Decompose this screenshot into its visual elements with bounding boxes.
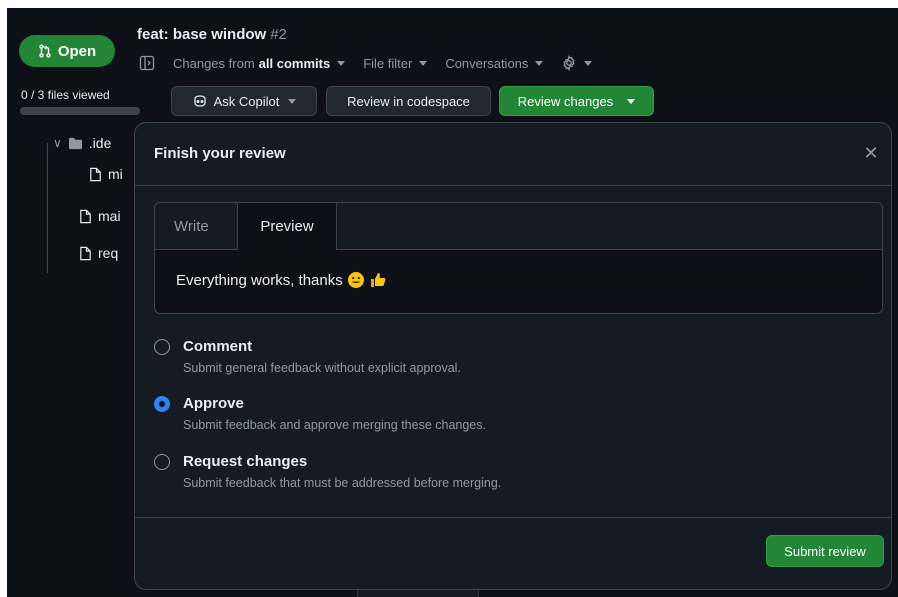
copilot-icon [193,95,206,107]
tree-folder[interactable]: ∨ .ide [53,135,111,151]
file-icon [90,167,101,181]
option-comment-label: Comment [183,338,253,355]
chevron-down-icon [535,60,544,66]
file-icon [80,246,91,260]
pr-number: #2 [270,26,287,43]
pr-title-text: feat: base window [137,26,267,43]
ask-copilot-button[interactable]: Ask Copilot [171,86,317,116]
smiley-emoji-icon [347,272,364,288]
toggle-file-tree-button[interactable] [139,55,155,71]
app-window: Open feat: base window #2 Changes from al… [7,8,898,597]
radio-request-changes[interactable] [154,454,170,470]
conversations-dropdown[interactable]: Conversations [445,55,544,71]
submit-review-button[interactable]: Submit review [766,535,884,567]
review-comment-editor: Write Preview Everything works, thanks [154,202,883,314]
dialog-title: Finish your review [154,145,286,162]
pull-request-icon [39,44,51,58]
review-changes-label: Review changes [517,93,614,109]
option-approve-label: Approve [183,395,244,412]
chevron-down-icon [584,60,593,66]
gear-icon [563,55,576,71]
folder-icon [68,137,82,149]
tree-file[interactable]: mi [89,166,123,182]
chevron-down-icon [288,98,297,104]
settings-dropdown[interactable] [561,55,593,71]
radio-comment[interactable] [154,339,170,355]
diff-toolbar: Changes from all commits File filter Con… [139,52,593,74]
option-approve-desc: Submit feedback and approve merging thes… [183,418,486,432]
chevron-down-icon [419,60,428,66]
chevron-down-icon [627,98,636,104]
comment-preview: Everything works, thanks [176,271,387,289]
review-in-codespace-button[interactable]: Review in codespace [326,86,491,116]
file-icon [80,209,91,223]
tab-preview[interactable]: Preview [237,203,337,250]
file-filter-dropdown[interactable]: File filter [363,55,428,71]
comment-preview-text: Everything works, thanks [176,271,343,289]
review-in-codespace-label: Review in codespace [347,93,470,109]
tree-item-label: req [98,245,119,261]
chevron-down-icon: ∨ [53,136,62,150]
tree-item-label: mi [108,166,123,182]
conversations-label: Conversations [445,55,529,71]
dialog-divider [135,185,891,186]
pr-title: feat: base window #2 [137,26,287,43]
files-viewed-label: 0 / 3 files viewed [21,88,110,102]
option-comment-desc: Submit general feedback without explicit… [183,361,461,375]
close-button[interactable]: ✕ [861,143,881,163]
option-request-changes-desc: Submit feedback that must be addressed b… [183,476,502,490]
tree-guide-line [47,143,48,273]
files-viewed-progress [20,107,140,115]
dialog-footer-divider [135,517,891,518]
sidebar-expand-icon [139,55,155,71]
option-request-changes-label: Request changes [183,453,308,470]
file-filter-label: File filter [363,55,413,71]
tree-item-label: mai [98,208,121,224]
changes-from-dropdown[interactable]: Changes from all commits [173,55,346,71]
radio-approve[interactable] [154,396,170,412]
tree-item-label: .ide [88,135,112,151]
close-icon: ✕ [863,142,879,163]
changes-from-value: all commits [258,55,331,71]
tree-file[interactable]: req [79,245,118,261]
tree-file[interactable]: mai [79,208,121,224]
changes-from-label: Changes from [173,55,255,71]
thumbs-up-emoji-icon [370,273,386,287]
tab-write[interactable]: Write [174,203,209,249]
review-changes-button[interactable]: Review changes [499,86,654,116]
pr-status-badge: Open [19,35,115,67]
ask-copilot-label: Ask Copilot [213,93,280,109]
chevron-down-icon [337,60,346,66]
finish-review-dialog: Finish your review ✕ Write Preview Every… [134,122,892,590]
pr-status-label: Open [57,42,97,60]
